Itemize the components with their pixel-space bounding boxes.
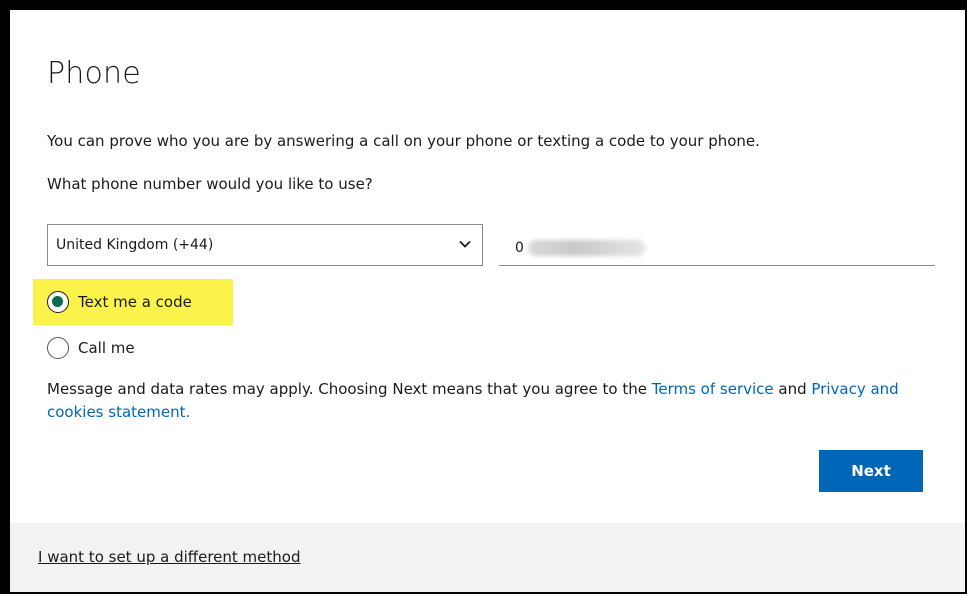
- terms-notice: Message and data rates may apply. Choosi…: [47, 378, 927, 424]
- page-description: You can prove who you are by answering a…: [47, 132, 760, 150]
- page-title: Phone: [47, 56, 141, 91]
- terms-and-text: and: [773, 380, 812, 398]
- phone-question-label: What phone number would you like to use?: [47, 175, 373, 193]
- terms-of-service-link[interactable]: Terms of service: [652, 380, 774, 398]
- text-me-a-code-label: Text me a code: [78, 293, 192, 311]
- phone-setup-card: Phone You can prove who you are by answe…: [10, 10, 965, 592]
- window-frame-left: [0, 0, 10, 594]
- phone-number-redacted: [527, 239, 646, 256]
- phone-number-input[interactable]: 0: [499, 230, 935, 266]
- country-code-value: United Kingdom (+44): [56, 237, 214, 253]
- chevron-down-icon: [459, 240, 471, 248]
- call-me-option[interactable]: Call me: [47, 337, 135, 359]
- radio-checked-icon[interactable]: [47, 291, 69, 313]
- radio-unchecked-icon[interactable]: [47, 337, 69, 359]
- phone-number-prefix: 0: [515, 239, 524, 256]
- call-me-label: Call me: [78, 339, 135, 357]
- terms-text: Message and data rates may apply. Choosi…: [47, 380, 652, 398]
- country-code-select[interactable]: United Kingdom (+44): [47, 224, 483, 266]
- window-frame-top: [0, 0, 967, 10]
- footer-bar: I want to set up a different method: [10, 523, 965, 592]
- text-me-a-code-option[interactable]: Text me a code: [47, 291, 192, 313]
- next-button[interactable]: Next: [819, 450, 923, 492]
- different-method-link[interactable]: I want to set up a different method: [38, 548, 301, 566]
